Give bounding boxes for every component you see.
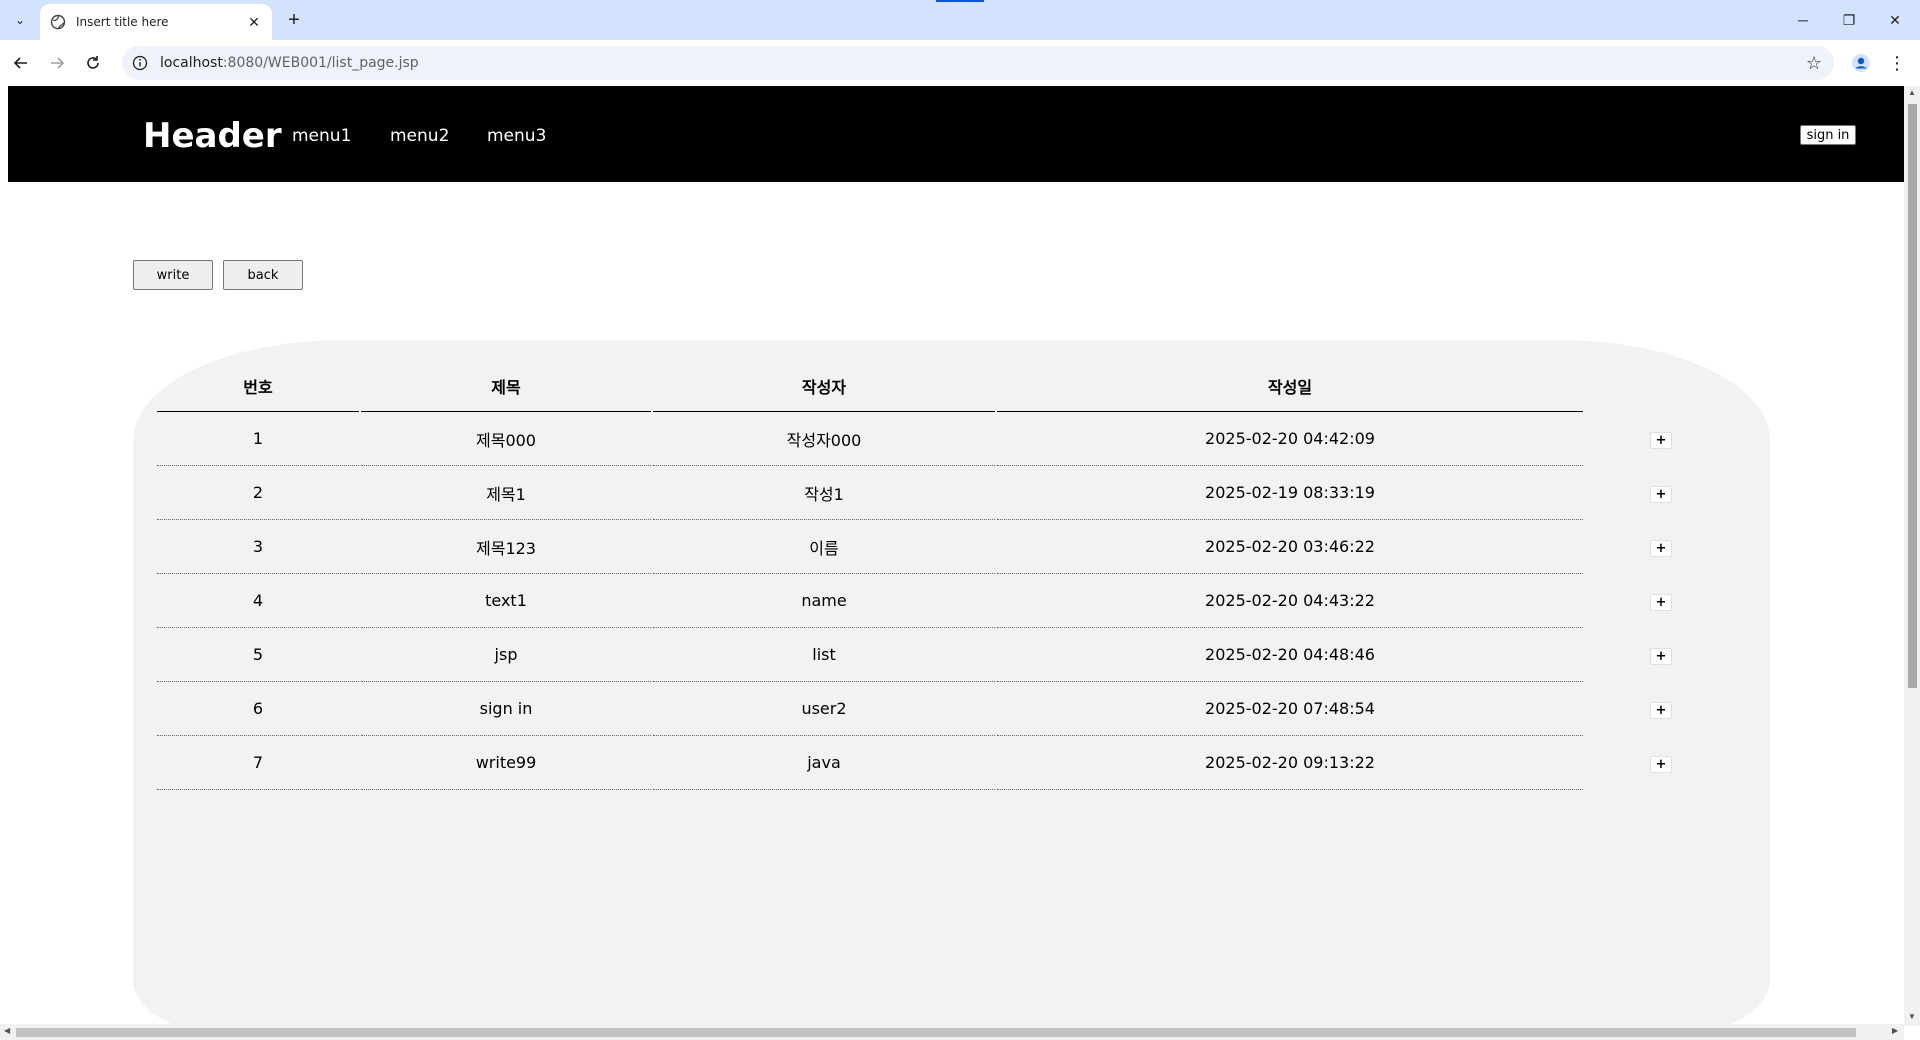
cell-writer: name <box>653 574 995 628</box>
cell-writer: 작성자000 <box>653 412 995 466</box>
table-row[interactable]: 5 jsp list 2025-02-20 04:48:46 + <box>157 628 1737 682</box>
cell-action: + <box>1585 574 1737 628</box>
expand-button[interactable]: + <box>1650 648 1672 665</box>
reload-icon[interactable] <box>80 50 106 76</box>
site-info-icon[interactable] <box>132 55 148 71</box>
browser-tab[interactable]: Insert title here ✕ <box>40 4 272 40</box>
table-row[interactable]: 7 write99 java 2025-02-20 09:13:22 + <box>157 736 1737 790</box>
cell-title[interactable]: jsp <box>361 628 651 682</box>
header-blank <box>1585 360 1737 412</box>
browser-menu-icon[interactable]: ⋮ <box>1884 50 1910 76</box>
cell-no: 7 <box>157 736 359 790</box>
tab-title: Insert title here <box>76 15 169 29</box>
horizontal-scrollbar[interactable]: ◀ ▶ <box>0 1024 1904 1040</box>
site-header: Header menu1 menu2 menu3 sign in <box>8 86 1904 182</box>
browser-tab-bar: ⌄ Insert title here ✕ + ─ ❐ ✕ <box>0 0 1920 40</box>
tab-search-chevron-icon[interactable]: ⌄ <box>8 8 32 32</box>
globe-icon <box>50 14 66 30</box>
table-row[interactable]: 4 text1 name 2025-02-20 04:43:22 + <box>157 574 1737 628</box>
menu-item-1[interactable]: menu1 <box>292 126 351 146</box>
expand-button[interactable]: + <box>1650 540 1672 557</box>
cell-no: 2 <box>157 466 359 520</box>
back-button[interactable]: back <box>223 260 303 290</box>
address-bar[interactable]: localhost:8080/WEB001/list_page.jsp ☆ <box>122 46 1834 80</box>
expand-button[interactable]: + <box>1650 432 1672 449</box>
table-row[interactable]: 3 제목123 이름 2025-02-20 03:46:22 + <box>157 520 1737 574</box>
close-window-button[interactable]: ✕ <box>1872 6 1918 34</box>
cell-no: 5 <box>157 628 359 682</box>
new-tab-button[interactable]: + <box>282 8 306 32</box>
cell-action: + <box>1585 520 1737 574</box>
restore-button[interactable]: ❐ <box>1826 6 1872 34</box>
cell-writer: 작성1 <box>653 466 995 520</box>
header-no: 번호 <box>157 360 359 412</box>
url-text: localhost:8080/WEB001/list_page.jsp <box>160 55 419 71</box>
horizontal-scroll-thumb[interactable] <box>16 1028 1856 1037</box>
cell-no: 4 <box>157 574 359 628</box>
tab-close-icon[interactable]: ✕ <box>246 14 262 31</box>
page-viewport: Header menu1 menu2 menu3 sign in write b… <box>0 86 1920 1040</box>
cell-action: + <box>1585 628 1737 682</box>
scroll-right-arrow-icon[interactable]: ▶ <box>1892 1026 1898 1035</box>
write-button[interactable]: write <box>133 260 213 290</box>
cell-date: 2025-02-20 09:13:22 <box>997 736 1583 790</box>
vertical-scrollbar[interactable]: ▲ ▼ <box>1904 86 1920 1026</box>
expand-button[interactable]: + <box>1650 594 1672 611</box>
cell-writer: java <box>653 736 995 790</box>
table-row[interactable]: 6 sign in user2 2025-02-20 07:48:54 + <box>157 682 1737 736</box>
header-date: 작성일 <box>997 360 1583 412</box>
tab-indicator <box>936 0 984 2</box>
cell-title[interactable]: 제목000 <box>361 412 651 466</box>
cell-title[interactable]: write99 <box>361 736 651 790</box>
table-header-row: 번호 제목 작성자 작성일 <box>157 360 1737 412</box>
browser-toolbar: localhost:8080/WEB001/list_page.jsp ☆ ⋮ <box>0 40 1920 86</box>
cell-date: 2025-02-20 07:48:54 <box>997 682 1583 736</box>
cell-action: + <box>1585 412 1737 466</box>
expand-button[interactable]: + <box>1650 702 1672 719</box>
post-list-table: 번호 제목 작성자 작성일 1 제목000 작성자000 2025-02-20 … <box>155 360 1739 790</box>
expand-button[interactable]: + <box>1650 486 1672 503</box>
cell-writer: user2 <box>653 682 995 736</box>
scroll-up-arrow-icon[interactable]: ▲ <box>1907 88 1917 97</box>
cell-date: 2025-02-20 04:42:09 <box>997 412 1583 466</box>
minimize-button[interactable]: ─ <box>1780 6 1826 34</box>
cell-no: 3 <box>157 520 359 574</box>
bookmark-star-icon[interactable]: ☆ <box>1804 53 1824 73</box>
cell-writer: list <box>653 628 995 682</box>
cell-date: 2025-02-19 08:33:19 <box>997 466 1583 520</box>
table-row[interactable]: 1 제목000 작성자000 2025-02-20 04:42:09 + <box>157 412 1737 466</box>
cell-action: + <box>1585 466 1737 520</box>
vertical-scroll-thumb[interactable] <box>1908 104 1917 688</box>
forward-arrow-icon[interactable] <box>44 50 70 76</box>
expand-button[interactable]: + <box>1650 756 1672 773</box>
profile-avatar-icon[interactable] <box>1848 50 1874 76</box>
sign-in-button[interactable]: sign in <box>1800 125 1856 145</box>
cell-action: + <box>1585 736 1737 790</box>
cell-no: 6 <box>157 682 359 736</box>
cell-no: 1 <box>157 412 359 466</box>
header-title: 제목 <box>361 360 651 412</box>
back-arrow-icon[interactable] <box>8 50 34 76</box>
menu-item-2[interactable]: menu2 <box>390 126 449 146</box>
url-path: :8080/WEB001/list_page.jsp <box>222 55 419 71</box>
cell-writer: 이름 <box>653 520 995 574</box>
cell-title[interactable]: sign in <box>361 682 651 736</box>
cell-date: 2025-02-20 04:43:22 <box>997 574 1583 628</box>
site-logo[interactable]: Header <box>143 116 282 156</box>
cell-action: + <box>1585 682 1737 736</box>
cell-title[interactable]: 제목1 <box>361 466 651 520</box>
cell-date: 2025-02-20 04:48:46 <box>997 628 1583 682</box>
menu-item-3[interactable]: menu3 <box>487 126 546 146</box>
cell-date: 2025-02-20 03:46:22 <box>997 520 1583 574</box>
table-row[interactable]: 2 제목1 작성1 2025-02-19 08:33:19 + <box>157 466 1737 520</box>
cell-title[interactable]: text1 <box>361 574 651 628</box>
url-host: localhost <box>160 55 223 71</box>
scroll-down-arrow-icon[interactable]: ▼ <box>1907 1012 1917 1021</box>
cell-title[interactable]: 제목123 <box>361 520 651 574</box>
header-writer: 작성자 <box>653 360 995 412</box>
scroll-left-arrow-icon[interactable]: ◀ <box>4 1026 10 1035</box>
